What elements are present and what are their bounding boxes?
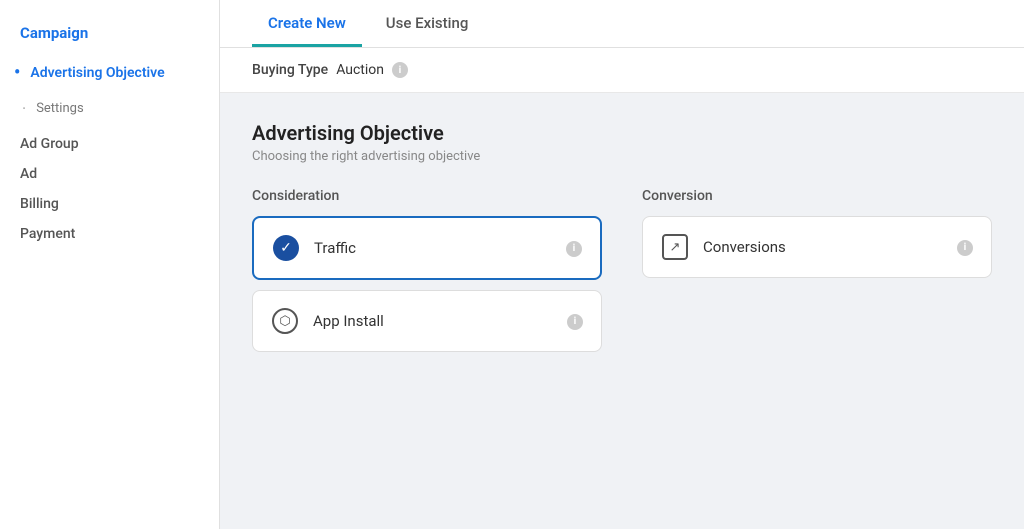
tab-area: Create New Use Existing [220, 0, 1024, 48]
conversions-card[interactable]: ↗ Conversions i [642, 216, 992, 278]
traffic-icon: ✓ [272, 234, 300, 262]
section-title: Advertising Objective [252, 121, 992, 145]
tab-use-existing[interactable]: Use Existing [370, 0, 485, 47]
conversion-title: Conversion [642, 188, 992, 204]
main-content: Create New Use Existing Buying Type Auct… [220, 0, 1024, 529]
sidebar-item-ad-group-label: Ad Group [20, 136, 79, 152]
tabs: Create New Use Existing [252, 0, 992, 47]
conversions-icon: ↗ [661, 233, 689, 261]
app-install-card[interactable]: ⬡ App Install i [252, 290, 602, 352]
traffic-card[interactable]: ✓ Traffic i [252, 216, 602, 280]
buying-type-row: Buying Type Auction i [220, 48, 1024, 93]
sidebar-item-advertising-objective-label: Advertising Objective [30, 65, 164, 81]
traffic-label: Traffic [314, 239, 566, 257]
consideration-title: Consideration [252, 188, 602, 204]
conversions-label: Conversions [703, 238, 957, 256]
sidebar-item-settings-label: Settings [36, 101, 83, 116]
conversions-info-icon[interactable]: i [957, 238, 973, 256]
app-install-info-icon[interactable]: i [567, 312, 583, 330]
buying-type-label: Buying Type [252, 62, 328, 78]
traffic-check-icon: ✓ [273, 235, 299, 261]
app-install-label: App Install [313, 312, 567, 330]
sidebar-item-advertising-objective[interactable]: Advertising Objective [0, 54, 219, 91]
sidebar-item-payment-label: Payment [20, 226, 75, 242]
buying-type-value: Auction [336, 62, 384, 78]
sidebar-item-billing-label: Billing [20, 196, 59, 212]
sidebar: Campaign Advertising Objective Settings … [0, 0, 220, 529]
advertising-objective-section: Advertising Objective Choosing the right… [220, 93, 1024, 390]
buying-type-info-icon[interactable]: i [392, 62, 408, 78]
conversion-column: Conversion ↗ Conversions i [642, 188, 992, 362]
sidebar-item-billing[interactable]: Billing [0, 186, 219, 216]
sidebar-campaign-label: Campaign [0, 16, 219, 54]
objectives-grid: Consideration ✓ Traffic i [252, 188, 992, 362]
consideration-column: Consideration ✓ Traffic i [252, 188, 602, 362]
sidebar-item-ad-label: Ad [20, 166, 37, 182]
sidebar-item-ad-group[interactable]: Ad Group [0, 126, 219, 156]
traffic-info-icon[interactable]: i [566, 239, 582, 257]
sidebar-item-settings[interactable]: Settings [0, 91, 219, 126]
section-subtitle: Choosing the right advertising objective [252, 149, 992, 164]
tab-create-new[interactable]: Create New [252, 0, 362, 47]
sidebar-item-payment[interactable]: Payment [0, 216, 219, 246]
sidebar-item-ad[interactable]: Ad [0, 156, 219, 186]
app-install-icon: ⬡ [271, 307, 299, 335]
